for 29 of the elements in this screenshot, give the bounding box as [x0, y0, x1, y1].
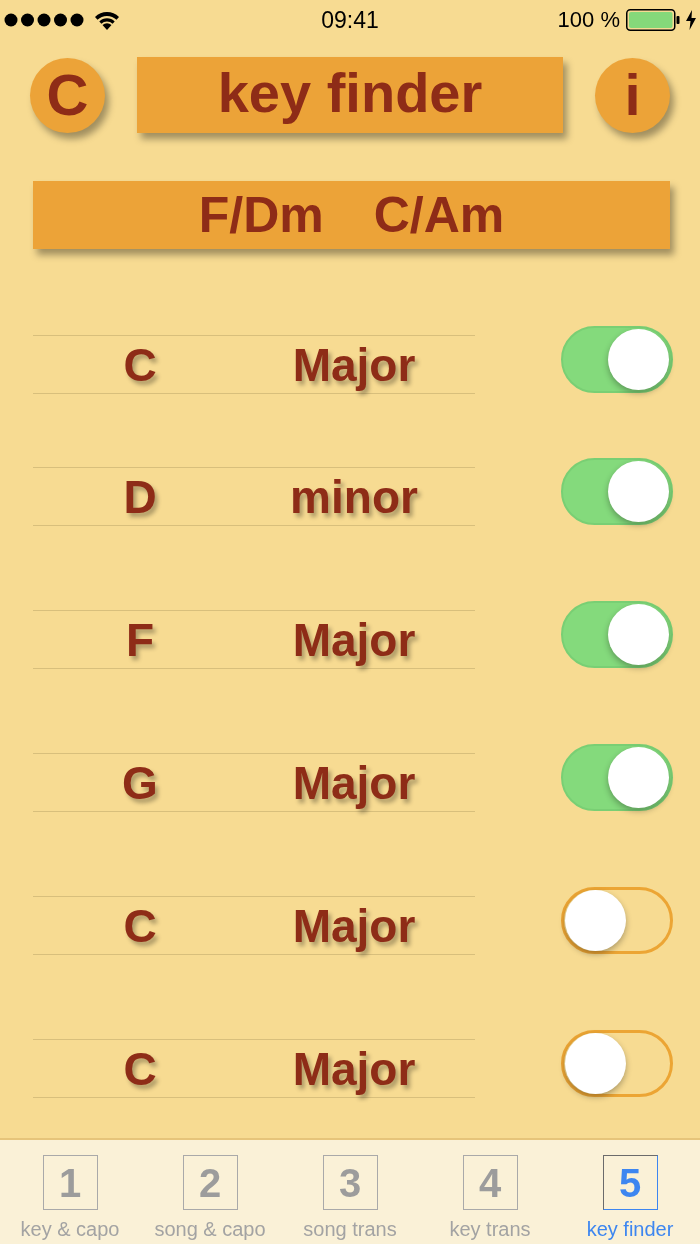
battery-icon: [626, 9, 680, 31]
title-banner: key finder: [137, 57, 563, 133]
result-key: C/Am: [373, 190, 505, 240]
info-round-button[interactable]: i: [595, 57, 670, 133]
toggle-switch[interactable]: [561, 458, 673, 525]
charging-bolt-icon: [686, 10, 696, 30]
key-letter: C: [123, 1045, 157, 1092]
wifi-icon: [93, 10, 121, 30]
key-letter: F: [125, 616, 155, 663]
status-time: 09:41: [321, 6, 379, 34]
tab-button[interactable]: 1 key & capo: [0, 1140, 140, 1244]
toggle-switch[interactable]: [561, 887, 673, 954]
key-mode: minor: [290, 473, 419, 520]
tab-button[interactable]: 2 song & capo: [140, 1140, 280, 1244]
toggle-switch[interactable]: [561, 601, 673, 668]
toggle-switch[interactable]: [561, 744, 673, 811]
battery-percent: 100 %: [557, 6, 620, 34]
tab-button[interactable]: 5 key finder: [560, 1140, 700, 1244]
toggle-switch[interactable]: [561, 326, 673, 393]
key-letter: C: [123, 902, 157, 949]
toggle-switch[interactable]: [561, 1030, 673, 1097]
tab-button[interactable]: 3 song trans: [280, 1140, 420, 1244]
key-letter: D: [123, 473, 157, 520]
left-round-button[interactable]: C: [30, 57, 105, 133]
tab-button[interactable]: 4 key trans: [420, 1140, 560, 1244]
signal-strength-icon: [4, 13, 84, 27]
key-letter: C: [123, 341, 157, 388]
result-key: F/Dm: [198, 190, 324, 240]
key-letter: G: [122, 759, 158, 806]
